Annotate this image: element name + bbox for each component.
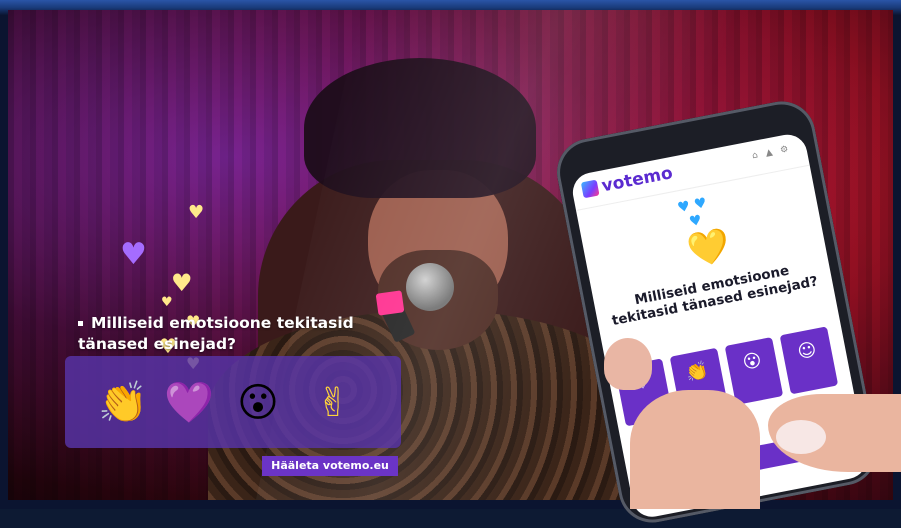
floating-heart-icon: ♥	[171, 269, 193, 297]
phone-option-peace[interactable]: ☺	[779, 326, 839, 395]
phone-option-surprised[interactable]: 😮	[724, 337, 784, 406]
poll-question: Milliseid emotsioone tekitasid tänased e…	[78, 313, 398, 355]
surprised-face-icon: 😮	[740, 349, 764, 374]
floating-heart-icon: ♥	[120, 237, 147, 272]
peace-face-icon[interactable]: ✌	[306, 376, 360, 430]
phone-floating-hearts-icon: ♥ ♥ ♥	[676, 195, 709, 233]
header-icons[interactable]: ⌂▲⚙	[751, 143, 797, 161]
floating-heart-icon: ♥	[161, 295, 173, 310]
surprised-face-icon[interactable]: 😮	[231, 376, 285, 430]
votemo-logo-icon	[580, 179, 600, 199]
clapping-hands-icon[interactable]: 👏	[96, 376, 150, 430]
heart-icon[interactable]: 💜	[162, 376, 216, 430]
floating-heart-icon: ♥	[188, 202, 205, 223]
phone-heart-emoji-icon: 💛	[684, 224, 734, 273]
holding-hand	[630, 390, 760, 509]
clapping-hands-icon: 👏	[684, 359, 711, 385]
vote-cta-button[interactable]: Hääleta votemo.eu	[262, 456, 398, 476]
app-brand: votemo	[600, 163, 675, 197]
poll-question-text: Milliseid emotsioone tekitasid tänased e…	[78, 314, 354, 353]
finger-nail	[776, 420, 826, 454]
question-bullet	[78, 321, 83, 326]
left-thumb	[604, 338, 652, 390]
peace-face-icon: ☺	[795, 338, 819, 364]
tv-frame: ♥ ♥ ♥ ♥ ♥ ♥ ♥ Milliseid emotsioone tekit…	[0, 0, 901, 528]
